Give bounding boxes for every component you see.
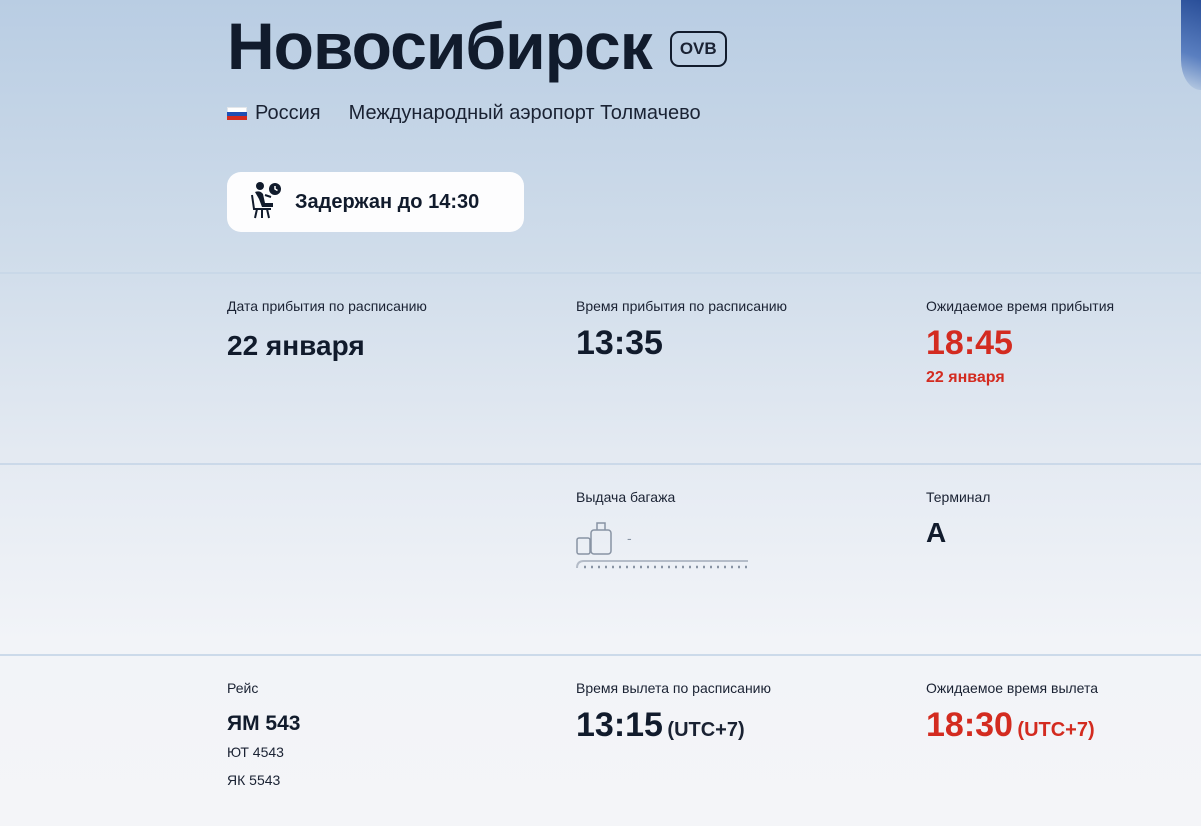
- divider: [0, 463, 1201, 465]
- codeshare-flight: ЮТ 4543: [227, 744, 284, 760]
- expected-departure: Ожидаемое время вылета 18:30 (UTC+7): [926, 680, 1098, 745]
- russia-flag-icon: [227, 106, 247, 121]
- expected-arrival-date: 22 января: [926, 369, 1005, 386]
- divider: [0, 272, 1201, 274]
- divider: [0, 654, 1201, 656]
- baggage-belt-value: -: [627, 530, 632, 546]
- field-label: Терминал: [926, 489, 991, 505]
- terminal-value: A: [926, 517, 947, 548]
- baggage-claim: Выдача багажа: [576, 489, 675, 505]
- flight-status-badge: Задержан до 14:30: [227, 172, 524, 232]
- field-label: Время вылета по расписанию: [576, 680, 771, 696]
- scheduled-departure-value: 13:15 (UTC+7): [576, 706, 771, 745]
- airport-name: Международный аэропорт Толмачево: [348, 102, 701, 124]
- expected-arrival: Ожидаемое время прибытия 18:45 22 января: [926, 298, 1114, 387]
- timezone: (UTC+7): [667, 719, 745, 741]
- decorative-corner: [1181, 0, 1201, 90]
- field-label: Рейс: [227, 680, 259, 696]
- flight-number: ЯМ 543: [227, 712, 301, 735]
- field-label: Ожидаемое время прибытия: [926, 298, 1115, 314]
- airport-code-badge: OVB: [669, 31, 727, 67]
- city-name: Новосибирск: [227, 9, 653, 83]
- country-name: Россия: [255, 102, 321, 124]
- location-row: Россия Международный аэропорт Толмачево: [227, 102, 701, 125]
- field-value: 22 января: [227, 330, 365, 361]
- expected-departure-value: 18:30 (UTC+7): [926, 706, 1098, 745]
- scheduled-departure-time: 13:15: [576, 706, 663, 744]
- luggage-belt-icon: [576, 520, 750, 577]
- title-row: Новосибирск OVB: [227, 8, 727, 84]
- field-value: 13:35: [576, 324, 663, 362]
- field-label: Ожидаемое время вылета: [926, 680, 1099, 696]
- terminal: Терминал A: [926, 489, 990, 549]
- scheduled-arrival-date: Дата прибытия по расписанию 22 января: [227, 298, 427, 362]
- field-label: Дата прибытия по расписанию: [227, 298, 427, 314]
- status-text: Задержан до 14:30: [295, 190, 480, 213]
- timezone: (UTC+7): [1017, 719, 1095, 741]
- expected-departure-time: 18:30: [926, 706, 1013, 744]
- field-label: Время прибытия по расписанию: [576, 298, 788, 314]
- scheduled-arrival-time: Время прибытия по расписанию 13:35: [576, 298, 787, 363]
- flight-info: Рейс ЯМ 543 ЮТ 4543 ЯК 5543: [227, 680, 300, 794]
- waiting-passenger-clock-icon: [249, 181, 283, 224]
- expected-arrival-time: 18:45: [926, 324, 1013, 362]
- codeshare-flight: ЯК 5543: [227, 772, 281, 788]
- field-label: Выдача багажа: [576, 489, 676, 505]
- scheduled-departure: Время вылета по расписанию 13:15 (UTC+7): [576, 680, 771, 745]
